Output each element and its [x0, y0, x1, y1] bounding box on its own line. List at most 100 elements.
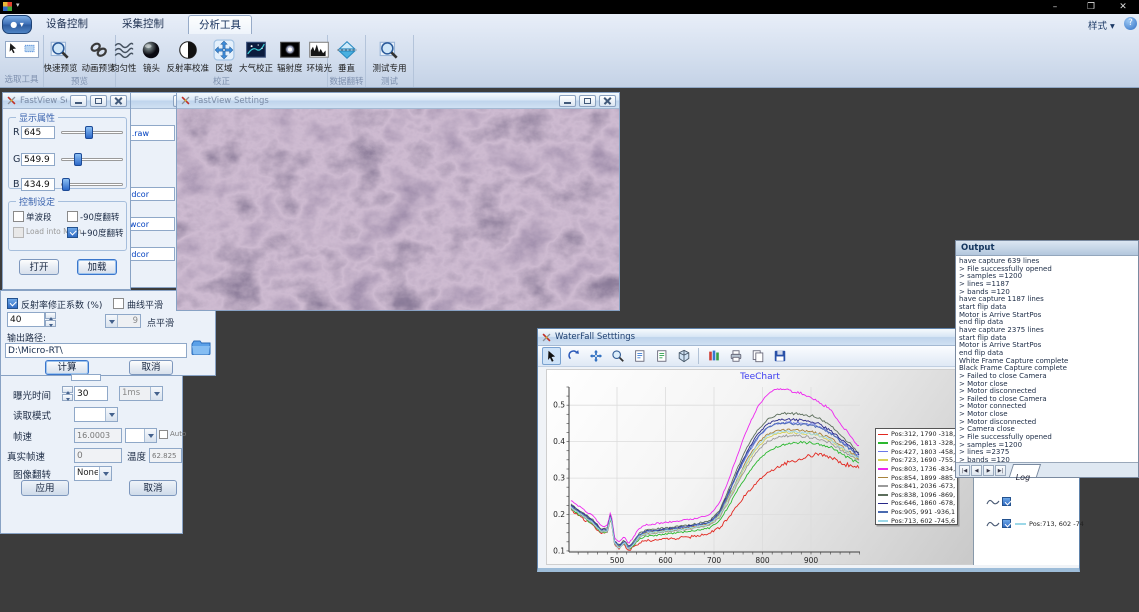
framerate-input[interactable]: 16.0003: [74, 428, 122, 443]
pointer-tool-icon[interactable]: [542, 347, 561, 365]
quick-access-arrow-icon[interactable]: ▾: [16, 1, 20, 9]
tab-capture-control[interactable]: 采集控制: [112, 15, 174, 34]
rect-select-icon[interactable]: [23, 40, 36, 59]
application-window: ▾ – ❐ ✕ ● ▾ 设备控制 采集控制 分析工具 样式 ▾ ? 选取工具: [0, 0, 1139, 612]
rotate-3d-icon[interactable]: [674, 347, 693, 365]
r-slider[interactable]: [61, 126, 123, 139]
g-value-input[interactable]: 549.9: [21, 153, 55, 166]
vertical-flip-button[interactable]: 垂直: [334, 37, 360, 76]
output-path-input[interactable]: D:\Micro-RT\: [5, 343, 187, 358]
ribbon-group-data-flip: 垂直 数据翻转: [328, 35, 366, 87]
readmode-combo[interactable]: [74, 407, 118, 422]
plus90-flip-checkbox[interactable]: [67, 227, 78, 238]
tab-device-control[interactable]: 设备控制: [36, 15, 98, 34]
page-alt-icon[interactable]: [652, 347, 671, 365]
lens-button[interactable]: 镜头: [138, 37, 164, 76]
minimize-button[interactable]: –: [1042, 0, 1068, 14]
first-page-button[interactable]: |◀: [959, 465, 970, 476]
image-flip-label: 图像翻转: [13, 467, 51, 481]
exposure-spinner[interactable]: [62, 386, 73, 401]
quick-preview-button[interactable]: 快速预览: [41, 37, 79, 76]
series-checkbox[interactable]: [1002, 519, 1011, 528]
prev-page-button[interactable]: ◀: [971, 465, 982, 476]
page-icon[interactable]: [630, 347, 649, 365]
browse-folder-button[interactable]: [189, 338, 213, 362]
tab-analysis-tools[interactable]: 分析工具: [188, 15, 252, 34]
legend-item[interactable]: Pos:427, 1803 -458,: [876, 447, 957, 456]
single-band-checkbox[interactable]: [13, 211, 24, 222]
curve-smooth-checkbox[interactable]: [113, 298, 124, 309]
maximize-icon[interactable]: [579, 95, 596, 107]
pan-icon[interactable]: [586, 347, 605, 365]
cursor-select-icon[interactable]: [7, 40, 20, 59]
application-menu-button[interactable]: ● ▾: [2, 15, 32, 34]
series-checkbox[interactable]: [1002, 497, 1011, 506]
series-row[interactable]: [974, 495, 1080, 509]
exposure-unit-combo[interactable]: 1ms: [119, 386, 163, 401]
zoom-icon[interactable]: [608, 347, 627, 365]
legend-item[interactable]: Pos:854, 1899 -885,: [876, 473, 957, 482]
legend-item[interactable]: Pos:713, 602 -745,6: [876, 516, 957, 525]
r-value-input[interactable]: 645: [21, 126, 55, 139]
series-row[interactable]: Pos:713, 602 -74: [974, 517, 1080, 531]
legend-item[interactable]: Pos:841, 2036 -673,: [876, 482, 957, 491]
auto-checkbox[interactable]: [159, 430, 168, 439]
tool-icon: [180, 95, 191, 106]
last-page-button[interactable]: ▶|: [995, 465, 1006, 476]
copy-icon[interactable]: [748, 347, 767, 365]
minimize-icon[interactable]: [70, 95, 87, 107]
save-icon[interactable]: [770, 347, 789, 365]
minus90-flip-checkbox[interactable]: [67, 211, 78, 222]
image-flip-combo[interactable]: None: [74, 466, 112, 481]
g-slider[interactable]: [61, 153, 123, 166]
style-menu[interactable]: 样式 ▾: [1088, 18, 1115, 32]
coef-spinner[interactable]: [45, 312, 56, 327]
exposure-input[interactable]: 30: [74, 386, 108, 401]
coef-input[interactable]: 40: [7, 312, 45, 327]
apply-button[interactable]: 应用: [21, 480, 69, 496]
smooth-points-combo[interactable]: 9: [105, 314, 141, 328]
tool-icon: [6, 95, 17, 106]
close-button[interactable]: ✕: [1110, 0, 1136, 14]
framerate-combo[interactable]: [125, 428, 157, 443]
minimize-icon[interactable]: [559, 95, 576, 107]
microscope-image[interactable]: [177, 109, 619, 310]
test-only-button[interactable]: 测试专用: [370, 37, 408, 76]
legend-item[interactable]: Pos:905, 991 -936,1: [876, 508, 957, 517]
uniformity-button[interactable]: 均匀性: [109, 37, 139, 76]
legend-item[interactable]: Pos:312, 1790 -318,: [876, 430, 957, 439]
reflect-coef-checkbox[interactable]: [7, 298, 18, 309]
b-value-input[interactable]: 434.9: [21, 178, 55, 191]
image-window-titlebar[interactable]: FastView Settings: [177, 93, 619, 109]
help-icon[interactable]: ?: [1124, 17, 1137, 30]
open-button[interactable]: 打开: [19, 259, 59, 275]
radiance-button[interactable]: 辐射度: [275, 37, 305, 76]
tab-log[interactable]: Log: [1009, 464, 1041, 477]
print-icon[interactable]: [726, 347, 745, 365]
legend-item[interactable]: Pos:803, 1736 -834,: [876, 465, 957, 474]
next-page-button[interactable]: ▶: [983, 465, 994, 476]
cancel-button[interactable]: 取消: [129, 480, 177, 496]
fastview-panel-titlebar[interactable]: FastView Sett...: [3, 93, 130, 109]
reflectance-calibration-button[interactable]: 反射率校准: [164, 37, 211, 76]
partial-control: [71, 374, 101, 381]
close-icon[interactable]: [110, 95, 127, 107]
close-icon[interactable]: [599, 95, 616, 107]
chart-tools-icon[interactable]: [704, 347, 723, 365]
legend-item[interactable]: Pos:838, 1096 -869,: [876, 490, 957, 499]
calculate-button[interactable]: 计算: [45, 360, 89, 375]
legend-item[interactable]: Pos:296, 1813 -328,: [876, 439, 957, 448]
legend-item[interactable]: Pos:723, 1690 -755,: [876, 456, 957, 465]
region-button[interactable]: 区域: [211, 37, 237, 76]
legend-item[interactable]: Pos:646, 1860 -678,: [876, 499, 957, 508]
atmosphere-correction-button[interactable]: 大气校正: [237, 37, 275, 76]
cancel-button[interactable]: 取消: [129, 360, 173, 375]
b-slider[interactable]: [61, 178, 123, 191]
restore-button[interactable]: ❐: [1078, 0, 1104, 14]
app-titlebar[interactable]: ▾ – ❐ ✕: [0, 0, 1139, 14]
undo-icon[interactable]: [564, 347, 583, 365]
chart-panel[interactable]: TeeChart 0.10.20.30.40.5500600700800900 …: [546, 369, 974, 565]
load-button[interactable]: 加载: [77, 259, 117, 275]
maximize-icon[interactable]: [90, 95, 107, 107]
output-titlebar[interactable]: Output: [956, 241, 1138, 256]
